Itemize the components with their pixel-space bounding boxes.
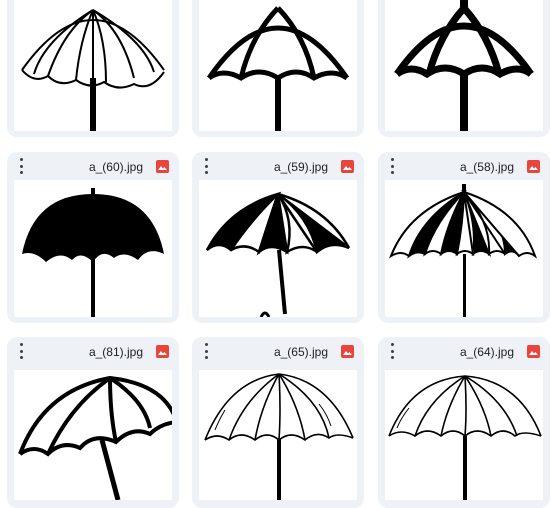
file-thumbnail[interactable]: [199, 370, 357, 500]
image-icon: [156, 345, 169, 358]
more-vert-icon[interactable]: [388, 343, 396, 359]
more-vert-icon[interactable]: [202, 158, 210, 174]
more-vert-icon[interactable]: [202, 343, 210, 359]
image-icon: [341, 345, 354, 358]
file-card-header: a_(58).jpg: [378, 152, 550, 180]
file-card[interactable]: [378, 0, 550, 137]
file-card-header: a_(65).jpg: [192, 337, 364, 365]
file-card[interactable]: a_(59).jpg: [192, 152, 364, 323]
file-thumbnail[interactable]: [14, 370, 172, 500]
file-thumbnail[interactable]: [199, 0, 357, 131]
image-icon: [156, 160, 169, 173]
file-card[interactable]: [7, 0, 179, 137]
file-card[interactable]: [192, 0, 364, 137]
file-thumbnail[interactable]: [14, 0, 172, 131]
file-card[interactable]: a_(65).jpg: [192, 337, 364, 508]
file-name: a_(81).jpg: [88, 345, 143, 359]
file-thumbnail[interactable]: [385, 370, 543, 500]
file-card[interactable]: a_(58).jpg: [378, 152, 550, 323]
file-thumbnail[interactable]: [14, 180, 172, 317]
file-thumbnail[interactable]: [385, 180, 543, 317]
file-card[interactable]: a_(60).jpg: [7, 152, 179, 323]
image-icon: [527, 345, 540, 358]
file-card-header: a_(60).jpg: [7, 152, 179, 180]
file-name: a_(65).jpg: [273, 345, 328, 359]
more-vert-icon[interactable]: [17, 158, 25, 174]
file-card-header: a_(81).jpg: [7, 337, 179, 365]
file-name: a_(59).jpg: [273, 160, 328, 174]
file-card[interactable]: a_(81).jpg: [7, 337, 179, 508]
more-vert-icon[interactable]: [388, 158, 396, 174]
file-grid: a_(60).jpg a_(59).jpg a_(58).jpg a_(81).…: [0, 0, 551, 508]
file-name: a_(64).jpg: [459, 345, 514, 359]
file-card[interactable]: a_(64).jpg: [378, 337, 550, 508]
image-icon: [527, 160, 540, 173]
file-name: a_(58).jpg: [459, 160, 514, 174]
file-card-header: a_(59).jpg: [192, 152, 364, 180]
file-card-header: a_(64).jpg: [378, 337, 550, 365]
file-name: a_(60).jpg: [88, 160, 143, 174]
image-icon: [341, 160, 354, 173]
file-thumbnail[interactable]: [199, 180, 357, 317]
more-vert-icon[interactable]: [17, 343, 25, 359]
file-thumbnail[interactable]: [385, 0, 543, 131]
